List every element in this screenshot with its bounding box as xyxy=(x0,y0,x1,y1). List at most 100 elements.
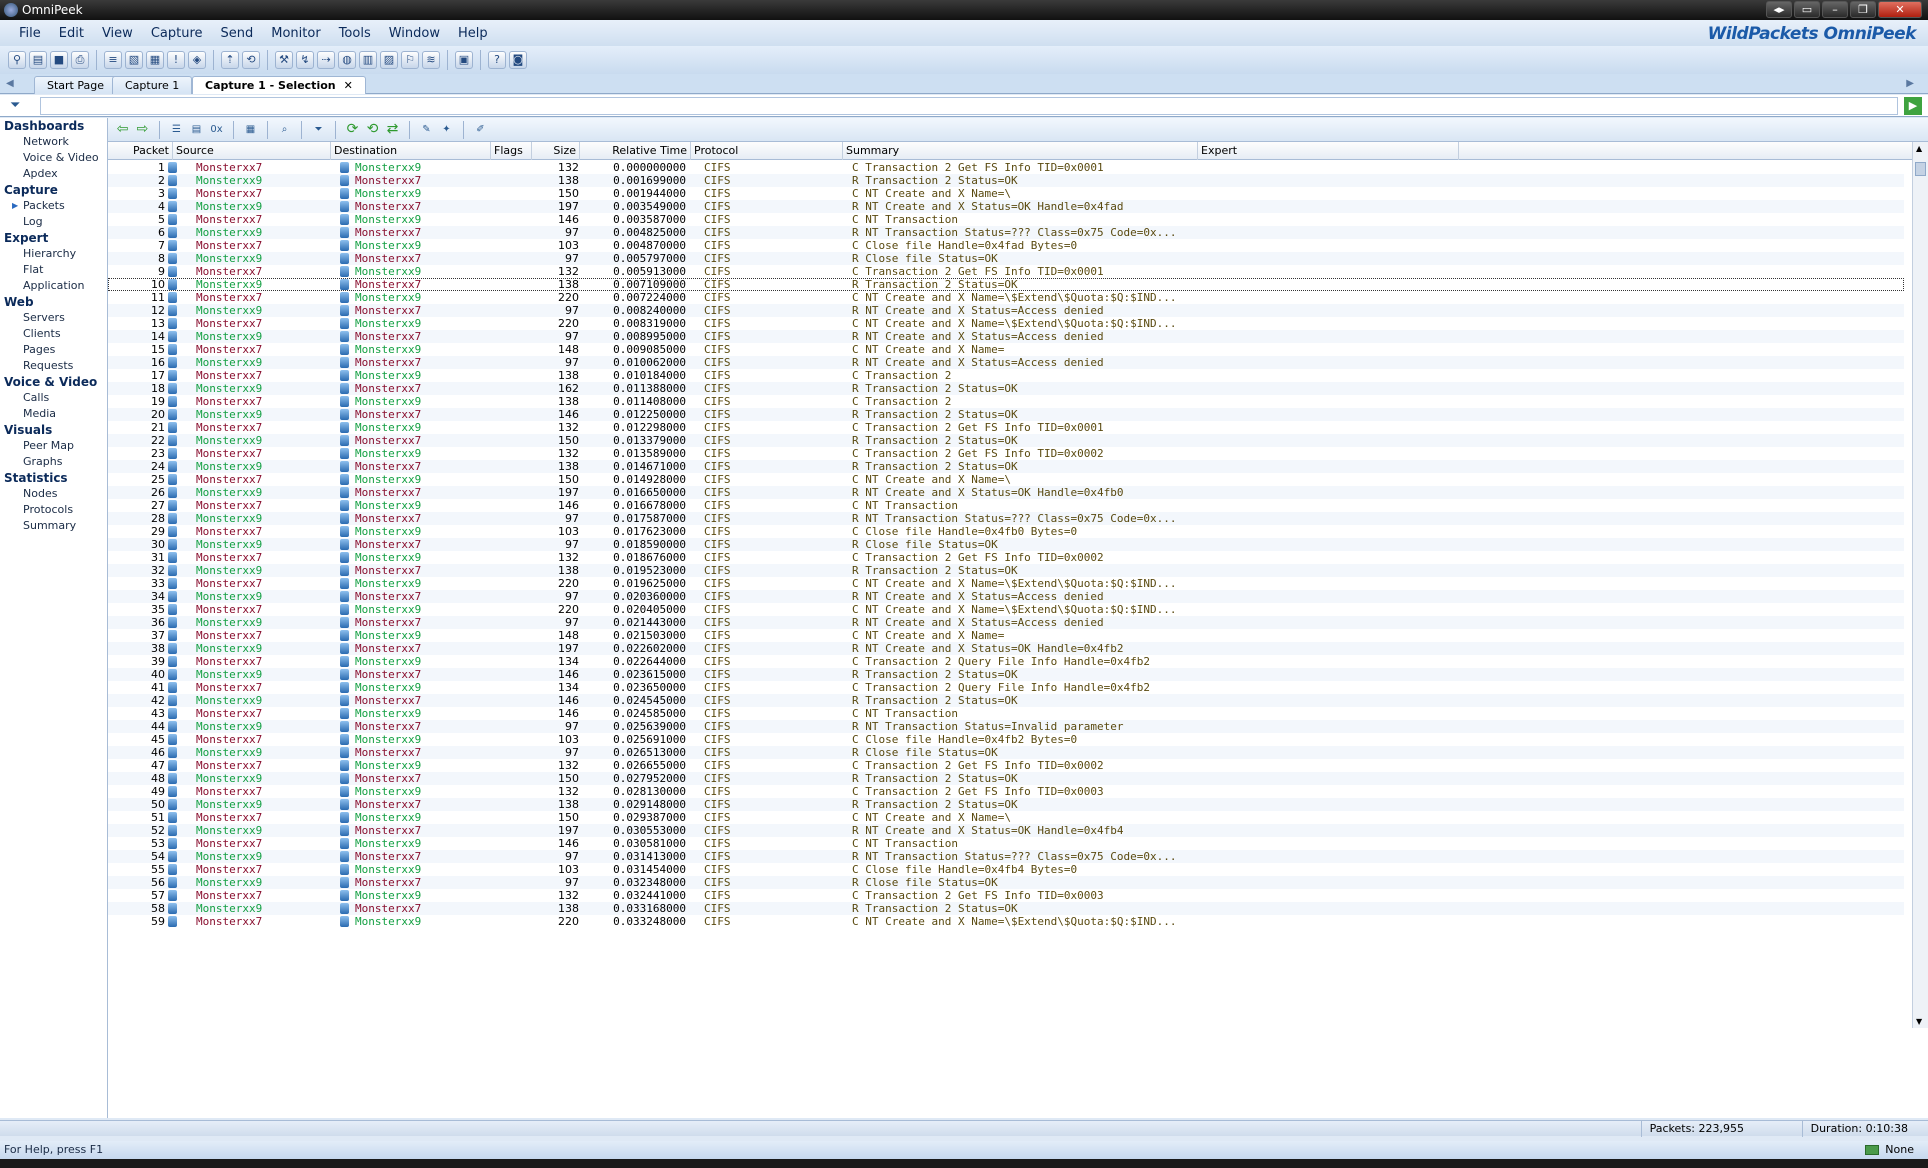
nav-item-calls[interactable]: Calls xyxy=(0,390,107,406)
packet-row[interactable]: 40 Monsterxx9 Monsterxx7 146 0.023615000 CIFS… xyxy=(108,668,1904,681)
filter-funnel-icon[interactable]: ⏷ xyxy=(10,98,20,113)
send-packet-icon[interactable]: ⇡ xyxy=(221,51,239,69)
packet-row[interactable]: 50 Monsterxx9 Monsterxx7 138 0.029148000 CIFS… xyxy=(108,798,1904,811)
packet-row[interactable]: 13 Monsterxx7 Monsterxx9 220 0.008319000 CIFS… xyxy=(108,317,1904,330)
packet-row[interactable]: 16 Monsterxx9 Monsterxx7 97 0.010062000 CIFS R… xyxy=(108,356,1904,369)
column-destination[interactable]: Destination xyxy=(331,142,491,160)
packet-row[interactable]: 53 Monsterxx7 Monsterxx9 146 0.030581000 CIFS… xyxy=(108,837,1904,850)
scroll-thumb[interactable] xyxy=(1915,162,1926,176)
print-icon[interactable]: ⎙ xyxy=(71,51,89,69)
packet-row[interactable]: 58 Monsterxx9 Monsterxx7 138 0.033168000 CIFS… xyxy=(108,902,1904,915)
menu-file[interactable]: File xyxy=(10,26,50,41)
packet-row[interactable]: 11 Monsterxx7 Monsterxx9 220 0.007224000 CIFS… xyxy=(108,291,1904,304)
graph-icon[interactable]: ▨ xyxy=(380,51,398,69)
packet-row[interactable]: 56 Monsterxx9 Monsterxx7 97 0.032348000 CIFS R… xyxy=(108,876,1904,889)
packet-row[interactable]: 4 Monsterxx9 Monsterxx7 197 0.003549000 CIFS R… xyxy=(108,200,1904,213)
packet-row[interactable]: 7 Monsterxx7 Monsterxx9 103 0.004870000 CIFS C… xyxy=(108,239,1904,252)
scroll-up-icon[interactable]: ▲ xyxy=(1916,144,1922,153)
packet-row[interactable]: 52 Monsterxx9 Monsterxx7 197 0.030553000 CIFS… xyxy=(108,824,1904,837)
packet-row[interactable]: 37 Monsterxx7 Monsterxx9 148 0.021503000 CIFS… xyxy=(108,629,1904,642)
wireless-icon[interactable]: ≋ xyxy=(422,51,440,69)
packet-row[interactable]: 36 Monsterxx9 Monsterxx7 97 0.021443000 CIFS R… xyxy=(108,616,1904,629)
filter-input[interactable] xyxy=(40,97,1898,115)
close-tab-icon[interactable]: ✕ xyxy=(344,79,353,92)
nav-item-log[interactable]: Log xyxy=(0,214,107,230)
menu-monitor[interactable]: Monitor xyxy=(262,26,329,41)
packet-row[interactable]: 19 Monsterxx7 Monsterxx9 138 0.011408000 CIFS… xyxy=(108,395,1904,408)
nav-item-apdex[interactable]: Apdex xyxy=(0,166,107,182)
remote-adapter-icon[interactable]: ⚐ xyxy=(401,51,419,69)
packet-row[interactable]: 43 Monsterxx7 Monsterxx9 146 0.024585000 CIFS… xyxy=(108,707,1904,720)
tab-capture-1-selection[interactable]: Capture 1 - Selection ✕ xyxy=(192,76,366,94)
tab-scroll-right-icon[interactable]: ▶ xyxy=(1906,78,1914,89)
nav-item-network[interactable]: Network xyxy=(0,134,107,150)
nav-item-graphs[interactable]: Graphs xyxy=(0,454,107,470)
packet-row[interactable]: 32 Monsterxx9 Monsterxx7 138 0.019523000 CIFS… xyxy=(108,564,1904,577)
filter-doc-icon[interactable]: ▧ xyxy=(125,51,143,69)
start-capture-icon[interactable]: ⚲ xyxy=(8,51,26,69)
nav-item-application[interactable]: Application xyxy=(0,278,107,294)
scroll-down-icon[interactable]: ▼ xyxy=(1916,1017,1922,1026)
nav-item-pages[interactable]: Pages xyxy=(0,342,107,358)
column-size[interactable]: Size xyxy=(532,142,580,160)
trace-route-icon[interactable]: ⇢ xyxy=(317,51,335,69)
menu-send[interactable]: Send xyxy=(212,26,263,41)
packet-row[interactable]: 8 Monsterxx9 Monsterxx7 97 0.005797000 CIFS R … xyxy=(108,252,1904,265)
label-icon[interactable]: ✎ xyxy=(418,121,435,138)
options-icon[interactable]: ▣ xyxy=(455,51,473,69)
packet-row[interactable]: 42 Monsterxx9 Monsterxx7 146 0.024545000 CIFS… xyxy=(108,694,1904,707)
packet-row[interactable]: 34 Monsterxx9 Monsterxx7 97 0.020360000 CIFS R… xyxy=(108,590,1904,603)
packet-row[interactable]: 6 Monsterxx9 Monsterxx7 97 0.004825000 CIFS R … xyxy=(108,226,1904,239)
packet-row[interactable]: 41 Monsterxx7 Monsterxx9 134 0.023650000 CIFS… xyxy=(108,681,1904,694)
packet-row[interactable]: 22 Monsterxx9 Monsterxx7 150 0.013379000 CIFS… xyxy=(108,434,1904,447)
apply-filter-button[interactable]: ▶ xyxy=(1904,97,1922,115)
nav-item-hierarchy[interactable]: Hierarchy xyxy=(0,246,107,262)
hex-view-icon[interactable]: 0x xyxy=(208,121,225,138)
packet-row[interactable]: 47 Monsterxx7 Monsterxx9 132 0.026655000 CIFS… xyxy=(108,759,1904,772)
column-expert[interactable]: Expert xyxy=(1198,142,1459,160)
packet-row[interactable]: 29 Monsterxx7 Monsterxx9 103 0.017623000 CIFS… xyxy=(108,525,1904,538)
menu-tools[interactable]: Tools xyxy=(330,26,380,41)
help-icon[interactable]: ? xyxy=(488,51,506,69)
packet-row[interactable]: 33 Monsterxx7 Monsterxx9 220 0.019625000 CIFS… xyxy=(108,577,1904,590)
minimize-button[interactable]: – xyxy=(1822,1,1848,18)
edit-icon[interactable]: ✐ xyxy=(472,121,489,138)
nav-item-requests[interactable]: Requests xyxy=(0,358,107,374)
packet-row[interactable]: 5 Monsterxx7 Monsterxx9 146 0.003587000 CIFS C… xyxy=(108,213,1904,226)
ping-icon[interactable]: ↯ xyxy=(296,51,314,69)
packet-row[interactable]: 3 Monsterxx7 Monsterxx9 150 0.001944000 CIFS C… xyxy=(108,187,1904,200)
packet-row[interactable]: 54 Monsterxx9 Monsterxx7 97 0.031413000 CIFS R… xyxy=(108,850,1904,863)
packet-row[interactable]: 28 Monsterxx9 Monsterxx7 97 0.017587000 CIFS R… xyxy=(108,512,1904,525)
nav-item-protocols[interactable]: Protocols xyxy=(0,502,107,518)
menu-capture[interactable]: Capture xyxy=(142,26,212,41)
packet-row[interactable]: 9 Monsterxx7 Monsterxx9 132 0.005913000 CIFS C… xyxy=(108,265,1904,278)
aero-snap-button[interactable]: ◂▸ xyxy=(1766,1,1792,18)
search-icon[interactable]: ⌕ xyxy=(276,121,293,138)
open-file-icon[interactable]: ▤ xyxy=(29,51,47,69)
packet-row[interactable]: 35 Monsterxx7 Monsterxx9 220 0.020405000 CIFS… xyxy=(108,603,1904,616)
refresh-icon[interactable]: ⟲ xyxy=(364,121,381,138)
column-packet[interactable]: Packet xyxy=(108,142,173,160)
nav-item-flat[interactable]: Flat xyxy=(0,262,107,278)
save-icon[interactable]: ■ xyxy=(50,51,68,69)
restore-layout-button[interactable]: ▭ xyxy=(1794,1,1820,18)
nav-item-servers[interactable]: Servers xyxy=(0,310,107,326)
nav-item-voice-video[interactable]: Voice & Video xyxy=(0,150,107,166)
packet-row[interactable]: 30 Monsterxx9 Monsterxx7 97 0.018590000 CIFS R… xyxy=(108,538,1904,551)
nav-item-summary[interactable]: Summary xyxy=(0,518,107,534)
menu-window[interactable]: Window xyxy=(380,26,449,41)
column-summary[interactable]: Summary xyxy=(843,142,1198,160)
packet-row[interactable]: 59 Monsterxx7 Monsterxx9 220 0.033248000 CIFS… xyxy=(108,915,1904,928)
filter-icon[interactable]: ⏷ xyxy=(310,121,327,138)
forward-arrow-icon[interactable]: ⇨ xyxy=(134,121,151,138)
triggers-icon[interactable]: ◈ xyxy=(188,51,206,69)
packet-row[interactable]: 27 Monsterxx7 Monsterxx9 146 0.016678000 CIFS… xyxy=(108,499,1904,512)
packet-row[interactable]: 10 Monsterxx9 Monsterxx7 138 0.007109000 CIFS… xyxy=(108,278,1904,291)
packet-row[interactable]: 17 Monsterxx7 Monsterxx9 138 0.010184000 CIFS… xyxy=(108,369,1904,382)
nav-item-media[interactable]: Media xyxy=(0,406,107,422)
column-source[interactable]: Source xyxy=(173,142,331,160)
packet-row[interactable]: 44 Monsterxx9 Monsterxx7 97 0.025639000 CIFS R… xyxy=(108,720,1904,733)
nav-item-packets[interactable]: Packets xyxy=(0,198,107,214)
back-arrow-icon[interactable]: ⇦ xyxy=(114,121,131,138)
context-help-icon[interactable]: ◙ xyxy=(509,51,527,69)
